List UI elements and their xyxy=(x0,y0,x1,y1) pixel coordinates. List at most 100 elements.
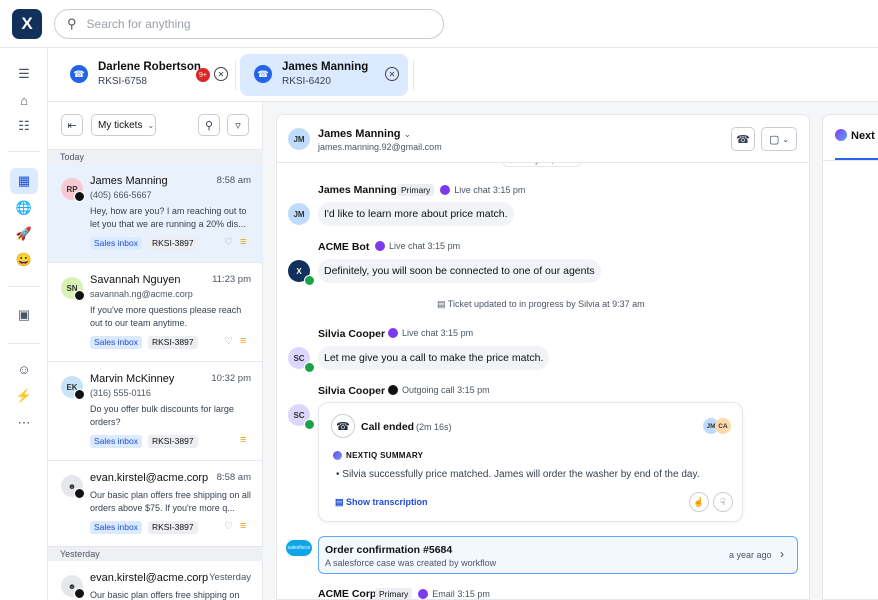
online-status-icon xyxy=(304,275,315,286)
salesforce-logo: salesforce xyxy=(286,540,312,556)
session-tab[interactable]: ☎ Darlene Robertson RKSI-6758 9+ ✕ xyxy=(56,54,236,96)
call-duration: (2m 16s) xyxy=(416,422,452,432)
live-chat-icon xyxy=(440,185,451,195)
ticket-contact-name: Marvin McKinney xyxy=(90,373,175,385)
show-transcription-link[interactable]: ▤ Show transcription xyxy=(335,497,428,508)
profile-icon[interactable]: ☺ xyxy=(10,356,38,382)
call-button[interactable]: ☎ xyxy=(731,127,755,151)
message-sender: Silvia Cooper xyxy=(318,328,386,340)
ticket-contact-name: Savannah Nguyen xyxy=(90,274,181,286)
primary-chip: Primary xyxy=(397,184,435,196)
live-chat-icon xyxy=(388,328,398,338)
contact-email: james.manning.92@gmail.com xyxy=(318,142,442,152)
rocket-icon[interactable]: 🚀 xyxy=(10,221,38,247)
call-summary-card: ☎ Call ended (2m 16s) JM CA NEXTIQ SUMMA… xyxy=(318,402,743,522)
tab-nextiq-label: Next xyxy=(851,130,875,142)
message-channel: Email xyxy=(432,589,455,599)
search-icon[interactable]: ⚲ xyxy=(198,114,220,136)
message-bubble: I'd like to learn more about price match… xyxy=(318,202,514,226)
thumbs-up-icon[interactable]: ☝ xyxy=(689,492,709,512)
nextiq-icon xyxy=(835,129,847,141)
tab-divider xyxy=(823,160,878,161)
tickets-icon[interactable]: ▦ xyxy=(10,168,38,194)
online-status-icon xyxy=(304,419,315,430)
inbox-icon[interactable]: ▣ xyxy=(10,302,38,328)
message-channel: Live chat xyxy=(402,328,439,338)
nav-divider xyxy=(8,151,40,152)
close-icon[interactable]: ✕ xyxy=(385,67,399,81)
globe-icon[interactable]: 🌐 xyxy=(10,195,38,221)
tab-nextiq[interactable]: Next xyxy=(835,129,875,142)
message-meta: Live chat 3:15 pm xyxy=(388,328,473,338)
ticket-time: 11:23 pm xyxy=(212,274,251,285)
contacts-icon[interactable]: ☷ xyxy=(10,113,38,139)
heart-icon[interactable]: ♡ xyxy=(224,237,233,248)
ticket-time: Yesterday xyxy=(209,572,251,583)
phone-icon: ☎ xyxy=(736,133,750,146)
live-chat-icon xyxy=(375,241,385,251)
ticket-preview: If you've more questions please reach ou… xyxy=(90,305,242,328)
left-nav: ☰ ⌂ ☷ ▦ 🌐 🚀 😀 ▣ ☺ ⚡ ⋯ xyxy=(0,48,48,600)
session-tabs: ☎ Darlene Robertson RKSI-6758 9+ ✕ ☎ Jam… xyxy=(48,48,878,102)
ticket-id-tag: RKSI-3897 xyxy=(148,237,198,250)
ticket-id-tag: RKSI-3897 xyxy=(148,521,198,534)
video-button[interactable]: ▢ ⌄ xyxy=(761,127,797,151)
thumbs-down-icon[interactable]: ☟ xyxy=(713,492,733,512)
message-sender: Silvia Cooper xyxy=(318,385,386,397)
chevron-down-icon: ⌄ xyxy=(403,129,412,139)
right-panel: Next xyxy=(822,114,878,600)
contact-name[interactable]: James Manning ⌄ xyxy=(318,128,411,140)
heart-icon[interactable]: ♡ xyxy=(224,336,233,347)
conversation-header: JM James Manning ⌄ james.manning.92@gmai… xyxy=(277,115,809,163)
menu-icon[interactable]: ☰ xyxy=(10,61,38,87)
chevron-right-icon: › xyxy=(780,547,784,561)
priority-icon: ≡ xyxy=(240,434,247,446)
chat-channel-icon xyxy=(74,191,85,202)
nextiq-icon xyxy=(333,451,342,460)
plug-icon[interactable]: ⚡ xyxy=(10,383,38,409)
ticket-time: 10:32 pm xyxy=(211,373,251,384)
ticket-filter-dropdown[interactable]: My tickets ⌄ xyxy=(91,114,156,136)
heart-icon[interactable]: ♡ xyxy=(224,521,233,532)
ticket-item[interactable]: RP James Manning 8:58 am (405) 666-5667 … xyxy=(48,164,263,263)
collapse-icon[interactable]: ⇤ xyxy=(61,114,83,136)
phone-icon: ☎ xyxy=(254,65,272,83)
participant-avatar: CA xyxy=(715,418,731,434)
clipboard-icon: ▤ xyxy=(437,299,446,309)
app-logo[interactable]: X xyxy=(12,9,42,39)
global-search[interactable]: ⚲ Search for anything xyxy=(54,9,444,39)
smiley-icon[interactable]: 😀 xyxy=(10,247,38,273)
ticket-filter-label: My tickets xyxy=(98,119,143,131)
message-bubble: Definitely, you will soon be connected t… xyxy=(318,259,601,283)
ticket-item[interactable]: ☻ evan.kirstel@acme.corp 8:58 am Our bas… xyxy=(48,461,263,547)
more-icon[interactable]: ⋯ xyxy=(10,410,38,436)
message-channel: Live chat xyxy=(454,185,491,195)
email-channel-icon xyxy=(74,588,85,599)
message-meta: Primary Live chat 3:15 pm xyxy=(397,184,525,196)
home-icon[interactable]: ⌂ xyxy=(10,87,38,113)
order-title: Order confirmation #5684 xyxy=(325,544,453,556)
ticket-item[interactable]: SN Savannah Nguyen 11:23 pm savannah.ng@… xyxy=(48,263,263,362)
ticket-time: 8:58 am xyxy=(216,472,251,483)
ticket-contact-name: James Manning xyxy=(90,175,168,187)
ticket-preview: Our basic plan offers free shipping on a… xyxy=(90,490,251,513)
message-time: 3:15 pm xyxy=(427,241,461,251)
order-confirmation-card[interactable]: Order confirmation #5684 A salesforce ca… xyxy=(318,536,798,574)
show-transcription-label: Show transcription xyxy=(346,497,428,507)
session-tab-active[interactable]: ☎ James Manning RKSI-6420 ✕ xyxy=(240,54,408,96)
order-subtitle: A salesforce case was created by workflo… xyxy=(325,558,497,568)
close-icon[interactable]: ✕ xyxy=(214,67,228,81)
ticket-contact-name: evan.kirstel@acme.corp xyxy=(90,472,209,484)
ticket-item[interactable]: ☻ evan.kirstel@acme.corp Yesterday Our b… xyxy=(48,561,263,600)
group-label-today: Today xyxy=(48,150,263,164)
ticket-item[interactable]: EK Marvin McKinney 10:32 pm (316) 555-01… xyxy=(48,362,263,461)
filter-icon[interactable]: ▿ xyxy=(227,114,249,136)
ticket-preview: Do you offer bulk discounts for large or… xyxy=(90,404,234,427)
video-icon: ▢ xyxy=(768,133,780,146)
email-channel-icon xyxy=(74,290,85,301)
system-note: ▤ Ticket updated to in progress by Silvi… xyxy=(437,299,645,310)
hangup-icon: ☎ xyxy=(331,414,355,438)
nav-divider xyxy=(8,343,40,344)
inbox-tag: Sales inbox xyxy=(90,237,142,250)
priority-icon: ≡ xyxy=(240,520,247,532)
